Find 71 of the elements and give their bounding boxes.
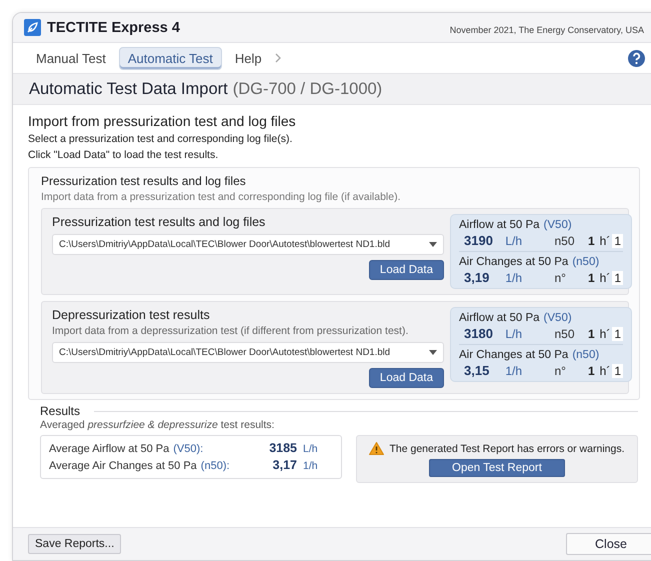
open-report-button[interactable]: Open Test Report xyxy=(429,459,565,477)
metric-symbol: (V50) xyxy=(544,312,572,324)
average-symbol: (V50): xyxy=(173,442,204,457)
file-dropdown[interactable]: C:\Users\Dmitriy\AppData\Local\TEC\Blower Door\Autotest\blowertest ND1.bld xyxy=(52,342,444,363)
average-symbol: (n50): xyxy=(200,459,230,474)
metric-unit: 1/h xyxy=(505,364,523,378)
n-value: 1 xyxy=(588,234,595,248)
section-title: Depressurization test results xyxy=(52,308,211,322)
chevron-right-icon xyxy=(274,53,281,63)
warning-icon xyxy=(369,442,384,455)
section-description: Import data from a depressurization test (if different from pressurization test). xyxy=(52,325,410,337)
value-box: 1 xyxy=(612,234,623,248)
n-value: 1 xyxy=(588,271,595,285)
instruction-text: Select a pressurization test and corresponding log file(s). xyxy=(28,133,294,145)
n-unit: h´ xyxy=(600,234,610,248)
results-title: Results xyxy=(40,404,80,418)
credit-text: November 2021, The Energy Conservatory, USA xyxy=(450,25,644,35)
help-icon[interactable] xyxy=(628,50,645,66)
n-label: n50 xyxy=(554,327,576,341)
metric-unit: 1/h xyxy=(505,271,523,285)
instruction-text: Click "Load Data" to load the test results. xyxy=(28,149,220,161)
average-unit: L/h xyxy=(303,442,319,457)
metric-label: Air Changes at 50 Pa xyxy=(459,349,568,361)
metric-label: Airflow at 50 Pa xyxy=(459,219,540,231)
n-unit: h´ xyxy=(600,271,610,285)
metric-unit: L/h xyxy=(505,327,523,341)
app-logo-icon xyxy=(24,19,41,36)
page-title: Automatic Test Data Import xyxy=(29,80,228,98)
device-models: (DG-700 / DG-1000) xyxy=(232,80,382,98)
n-unit: h´ xyxy=(600,327,610,341)
n-unit: h´ xyxy=(600,364,610,378)
section-title: Pressurization test results and log files xyxy=(52,215,266,229)
tab[interactable]: Automatic Test xyxy=(118,46,222,70)
metric-value: 3,19 xyxy=(463,270,490,285)
save-reports-button[interactable]: Save Reports... xyxy=(28,534,122,554)
warning-text: The generated Test Report has errors or warnings. xyxy=(389,442,624,454)
load-data-button[interactable]: Load Data xyxy=(368,368,444,388)
metric-unit: L/h xyxy=(505,234,523,248)
value-box: 1 xyxy=(612,364,623,378)
metric-symbol: (n50) xyxy=(572,256,600,268)
n-value: 1 xyxy=(588,327,595,341)
section-heading: Import from pressurization test and log files xyxy=(28,113,297,129)
group-description: Import data from a pressurization test and corresponding log file (if available). xyxy=(41,191,402,203)
n-label: n50 xyxy=(554,234,576,248)
n-value: 1 xyxy=(588,364,595,378)
tab[interactable]: Manual Test xyxy=(27,46,115,70)
metric-label: Air Changes at 50 Pa xyxy=(459,256,568,268)
value-box: 1 xyxy=(612,271,623,285)
value-box: 1 xyxy=(612,327,623,341)
average-label: Average Air Changes at 50 Pa xyxy=(49,459,197,474)
dropdown-caret-icon xyxy=(429,242,437,247)
metric-symbol: (n50) xyxy=(572,349,600,361)
results-description: Averaged pressurfziee & depressurize test results: xyxy=(40,419,276,431)
metric-symbol: (V50) xyxy=(544,219,572,231)
group-title: Pressurization test results and log files xyxy=(41,174,247,188)
metric-label: Airflow at 50 Pa xyxy=(459,312,540,324)
n-label: n° xyxy=(554,271,567,285)
window-title: TECTITE Express 4 xyxy=(47,20,180,36)
metric-value: 3190 xyxy=(463,233,494,248)
dropdown-caret-icon xyxy=(429,350,437,355)
average-value: 3,17 xyxy=(272,457,297,473)
close-button[interactable]: Close xyxy=(566,533,651,555)
average-label: Average Airflow at 50 Pa xyxy=(49,442,170,457)
file-dropdown[interactable]: C:\Users\Dmitriy\AppData\Local\TEC\Blower Door\Autotest\blowertest ND1.bld xyxy=(52,234,444,255)
n-label: n° xyxy=(554,364,567,378)
average-unit: 1/h xyxy=(303,459,319,474)
metric-value: 3,15 xyxy=(463,363,490,378)
load-data-button[interactable]: Load Data xyxy=(368,260,444,280)
tab[interactable]: Help xyxy=(226,46,271,70)
metric-value: 3180 xyxy=(463,326,494,341)
average-value: 3185 xyxy=(269,440,297,456)
